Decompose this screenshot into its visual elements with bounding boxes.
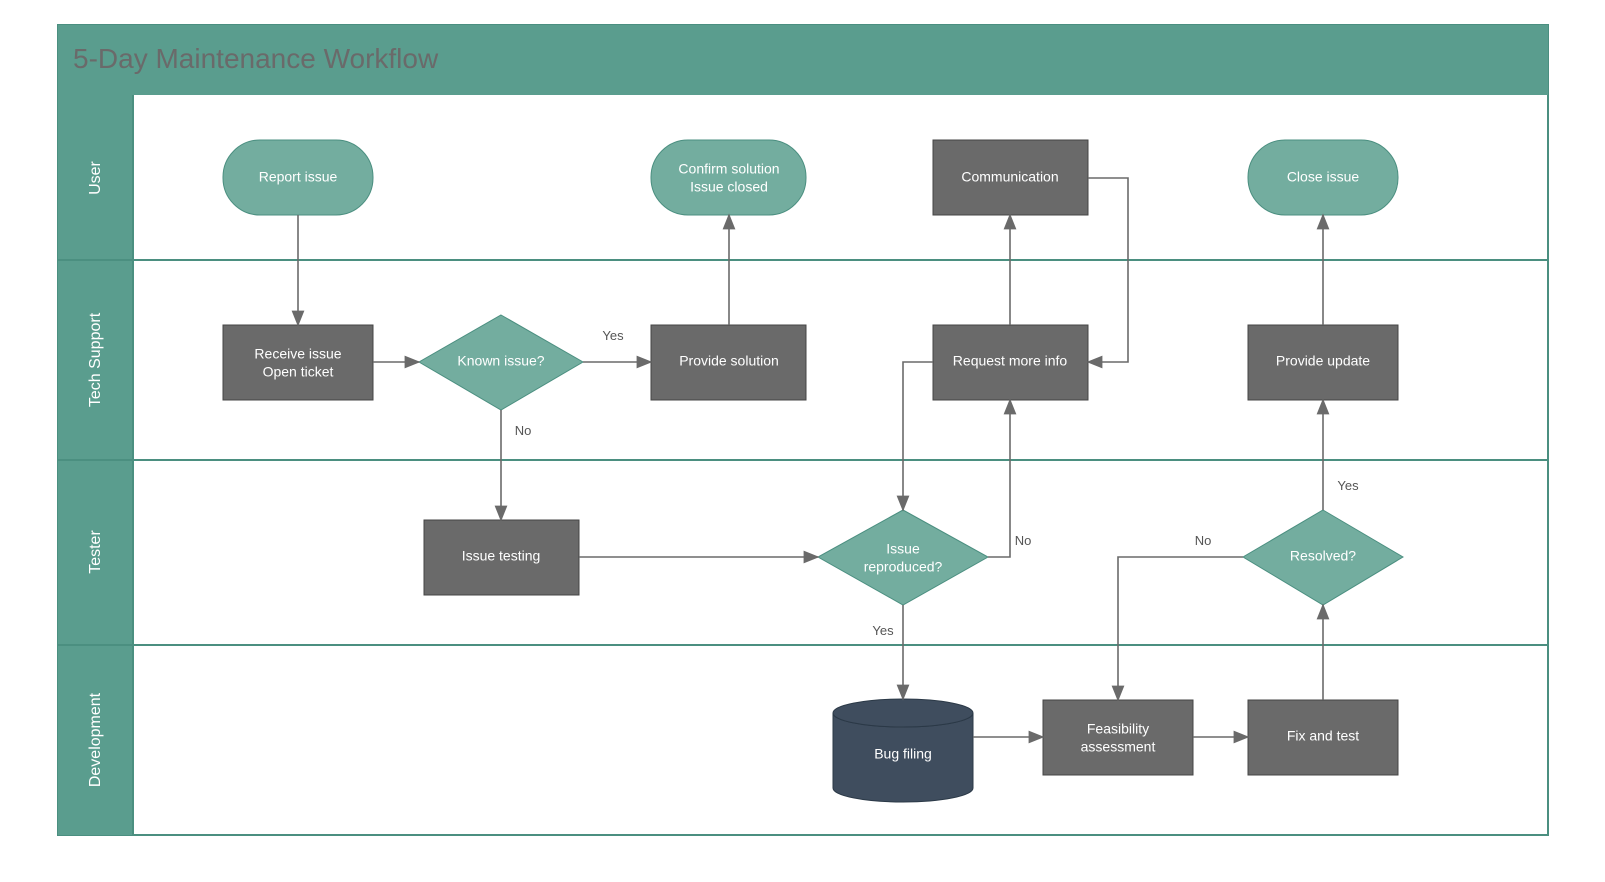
arrow-req-down <box>903 362 933 510</box>
label-repro-yes: Yes <box>872 623 894 638</box>
node-provide-solution-label: Provide solution <box>679 353 779 369</box>
node-close-issue-label: Close issue <box>1286 169 1359 185</box>
node-feasibility <box>1043 700 1193 775</box>
workflow-diagram: 5-Day Maintenance Workflow User Tech Sup… <box>53 20 1553 840</box>
arrow-reproduced-no-to-req <box>988 400 1010 557</box>
label-repro-no: No <box>1014 533 1031 548</box>
node-known-issue-label: Known issue? <box>457 353 544 369</box>
node-report-issue-label: Report issue <box>258 169 337 185</box>
node-resolved-label: Resolved? <box>1289 548 1355 564</box>
node-repro-line2: reproduced? <box>863 559 942 575</box>
label-known-no: No <box>514 423 531 438</box>
node-receive-line2: Open ticket <box>262 364 333 380</box>
node-confirm-line1: Confirm solution <box>678 161 779 177</box>
node-repro-line1: Issue <box>886 541 920 557</box>
label-resolved-yes: Yes <box>1337 478 1359 493</box>
node-feasibility-line2: assessment <box>1080 739 1155 755</box>
lane-label-techsupport: Tech Support <box>87 312 104 407</box>
node-communication-label: Communication <box>961 169 1058 185</box>
node-request-info-label: Request more info <box>952 353 1067 369</box>
node-receive-line1: Receive issue <box>254 346 341 362</box>
node-feasibility-line1: Feasibility <box>1086 721 1148 737</box>
node-confirm-solution <box>651 140 806 215</box>
node-provide-update-label: Provide update <box>1275 353 1369 369</box>
diagram-title: 5-Day Maintenance Workflow <box>73 43 439 74</box>
lane-label-tester: Tester <box>87 530 104 574</box>
node-receive-issue <box>223 325 373 400</box>
label-resolved-no: No <box>1194 533 1211 548</box>
node-confirm-line2: Issue closed <box>690 179 768 195</box>
lane-label-development: Development <box>87 692 104 787</box>
arrow-communication-to-req <box>1088 178 1128 362</box>
node-issue-testing-label: Issue testing <box>461 548 540 564</box>
node-fix-test-label: Fix and test <box>1286 728 1358 744</box>
lane-label-user: User <box>87 160 104 194</box>
node-issue-reproduced <box>818 510 988 605</box>
label-known-yes: Yes <box>602 328 624 343</box>
arrow-resolved-no-to-feas <box>1118 557 1243 700</box>
node-bug-filing-label: Bug filing <box>874 746 932 762</box>
